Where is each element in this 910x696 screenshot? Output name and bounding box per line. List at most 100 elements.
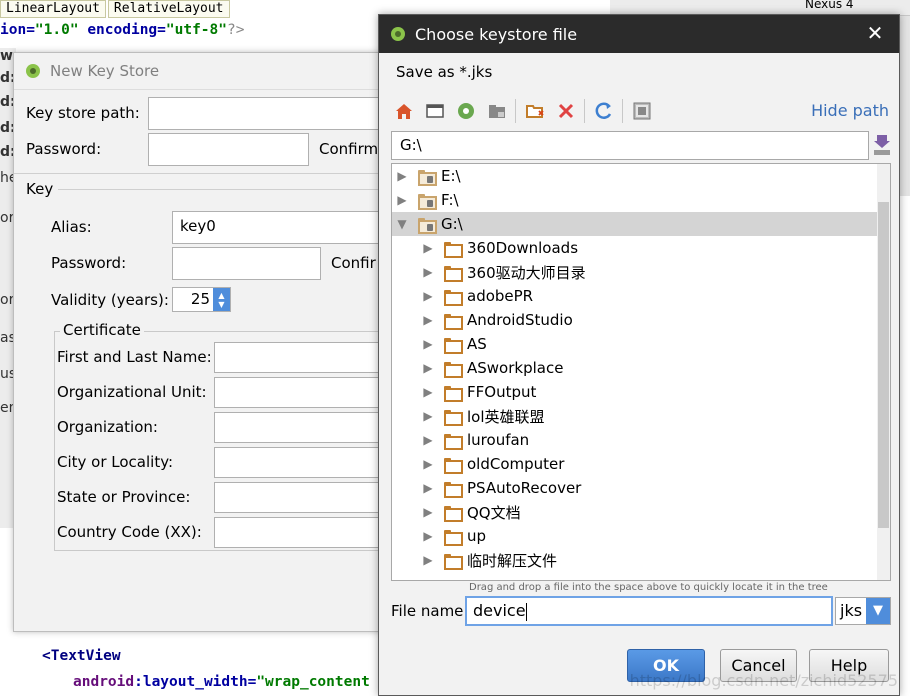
- tree-folder-row[interactable]: ▶ 360驱动大师目录: [392, 260, 878, 284]
- extension-value: jks: [840, 601, 863, 620]
- tab-linearlayout[interactable]: LinearLayout: [0, 0, 106, 18]
- tree-folder-row[interactable]: ▶ 临时解压文件: [392, 548, 878, 572]
- refresh-icon[interactable]: [591, 98, 617, 124]
- tree-folder-row[interactable]: ▶ oldComputer: [392, 452, 878, 476]
- country-code-input[interactable]: [214, 517, 394, 548]
- folder-icon: [444, 265, 463, 282]
- expand-arrow-icon[interactable]: ▶: [422, 481, 434, 495]
- password-input[interactable]: [148, 133, 309, 166]
- folder-icon: [444, 409, 463, 426]
- expand-arrow-icon[interactable]: ▶: [422, 409, 434, 423]
- expand-arrow-icon[interactable]: ▶: [422, 385, 434, 399]
- tree-folder-row[interactable]: ▶ AndroidStudio: [392, 308, 878, 332]
- xml-namespace: android: [73, 674, 135, 690]
- tree-folder-row[interactable]: ▶ QQ文档: [392, 500, 878, 524]
- expand-arrow-icon[interactable]: ▶: [422, 505, 434, 519]
- expand-arrow-icon[interactable]: ▶: [422, 241, 434, 255]
- folder-icon: [444, 241, 463, 258]
- expand-arrow-icon[interactable]: ▶: [422, 289, 434, 303]
- new-folder-icon[interactable]: [522, 98, 548, 124]
- delete-icon[interactable]: [553, 98, 579, 124]
- tree-folder-row[interactable]: ▶ luroufan: [392, 428, 878, 452]
- expand-arrow-icon[interactable]: ▶: [422, 337, 434, 351]
- city-input[interactable]: [214, 447, 394, 478]
- layout-width-line: android:layout_width="wrap_content: [73, 674, 370, 690]
- gutter-text: w: [0, 48, 13, 64]
- collapse-arrow-icon[interactable]: ▼: [396, 217, 408, 231]
- folder-label: PSAutoRecover: [467, 479, 582, 497]
- expand-arrow-icon[interactable]: ▶: [396, 193, 408, 207]
- lock-icon: [427, 223, 433, 231]
- key-section-label: Key: [26, 180, 54, 198]
- expand-arrow-icon[interactable]: ▶: [422, 553, 434, 567]
- tree-drive-row[interactable]: ▼ G:\: [392, 212, 878, 236]
- desktop-icon[interactable]: [422, 98, 448, 124]
- tree-folder-row[interactable]: ▶ 360Downloads: [392, 236, 878, 260]
- tree-scrollbar-track[interactable]: [877, 164, 890, 580]
- tab-relativelayout[interactable]: RelativeLayout: [107, 0, 230, 18]
- spinner-arrows-icon[interactable]: ▲ ▼: [213, 288, 230, 311]
- xml-tag: <TextView: [42, 648, 121, 664]
- file-tree[interactable]: ▶ E:\ ▶ F:\ ▼ G:\ ▶ 360Downloads ▶ 360驱动大师目录 ▶ adob…: [391, 163, 891, 581]
- path-history-icon[interactable]: [873, 133, 891, 157]
- tree-drive-row[interactable]: ▶ F:\: [392, 188, 878, 212]
- path-input[interactable]: G:\: [391, 131, 869, 160]
- watermark: https://blog.csdn.net/zichid52575: [629, 671, 898, 690]
- path-value: G:\: [400, 136, 422, 154]
- tree-folder-row[interactable]: ▶ up: [392, 524, 878, 548]
- xml-attr: encoding=: [87, 22, 166, 38]
- tree-scrollbar-thumb[interactable]: [878, 202, 889, 528]
- divider: [14, 173, 394, 174]
- android-project-icon[interactable]: [453, 98, 479, 124]
- expand-arrow-icon[interactable]: ▶: [422, 313, 434, 327]
- show-hidden-icon[interactable]: [629, 98, 655, 124]
- expand-arrow-icon[interactable]: ▶: [422, 361, 434, 375]
- device-label[interactable]: Nexus 4: [805, 0, 854, 11]
- state-input[interactable]: [214, 482, 394, 513]
- validity-spinner[interactable]: 25 ▲ ▼: [172, 287, 231, 312]
- expand-arrow-icon[interactable]: ▶: [422, 433, 434, 447]
- tree-drive-row[interactable]: ▶ E:\: [392, 164, 878, 188]
- hide-path-link[interactable]: Hide path: [811, 101, 889, 120]
- drag-drop-hint: Drag and drop a file into the space abov…: [469, 582, 828, 593]
- home-icon[interactable]: [391, 98, 417, 124]
- first-last-name-input[interactable]: [214, 342, 394, 373]
- android-studio-icon: [26, 64, 40, 78]
- expand-arrow-icon[interactable]: ▶: [422, 529, 434, 543]
- tree-folder-row[interactable]: ▶ PSAutoRecover: [392, 476, 878, 500]
- expand-arrow-icon[interactable]: ▶: [422, 457, 434, 471]
- expand-arrow-icon[interactable]: ▶: [396, 169, 408, 183]
- folder-label: AndroidStudio: [467, 311, 573, 329]
- folder-icon: [444, 481, 463, 498]
- password-label: Password:: [26, 140, 102, 158]
- module-icon[interactable]: [484, 98, 510, 124]
- tree-folder-row[interactable]: ▶ ASworkplace: [392, 356, 878, 380]
- folder-label: 360Downloads: [467, 239, 579, 257]
- tree-folder-row[interactable]: ▶ FFOutput: [392, 380, 878, 404]
- expand-arrow-icon[interactable]: ▶: [422, 265, 434, 279]
- organization-input[interactable]: [214, 412, 394, 443]
- close-icon[interactable]: ✕: [863, 20, 887, 46]
- lock-icon: [427, 175, 433, 183]
- save-as-label: Save as *.jks: [396, 63, 493, 81]
- folder-label: up: [467, 527, 487, 545]
- org-unit-input[interactable]: [214, 377, 394, 408]
- tree-folder-row[interactable]: ▶ lol英雄联盟: [392, 404, 878, 428]
- alias-label: Alias:: [51, 218, 92, 236]
- key-password-label: Password:: [51, 254, 127, 272]
- country-code-label: Country Code (XX):: [57, 523, 202, 541]
- folder-label: FFOutput: [467, 383, 537, 401]
- dropdown-arrow-icon[interactable]: ▼: [866, 598, 890, 624]
- key-store-path-label: Key store path:: [26, 104, 140, 122]
- tree-folder-row[interactable]: ▶ AS: [392, 332, 878, 356]
- key-store-path-input[interactable]: [148, 97, 394, 130]
- folder-icon: [444, 337, 463, 354]
- alias-input[interactable]: key0: [172, 211, 394, 244]
- validity-value: 25: [190, 290, 210, 308]
- key-password-input[interactable]: [172, 247, 321, 280]
- text-caret: [525, 602, 527, 621]
- extension-select[interactable]: jks ▼: [835, 597, 891, 625]
- file-name-input[interactable]: device: [465, 596, 833, 626]
- tree-folder-row[interactable]: ▶ adobePR: [392, 284, 878, 308]
- folder-label: adobePR: [467, 287, 534, 305]
